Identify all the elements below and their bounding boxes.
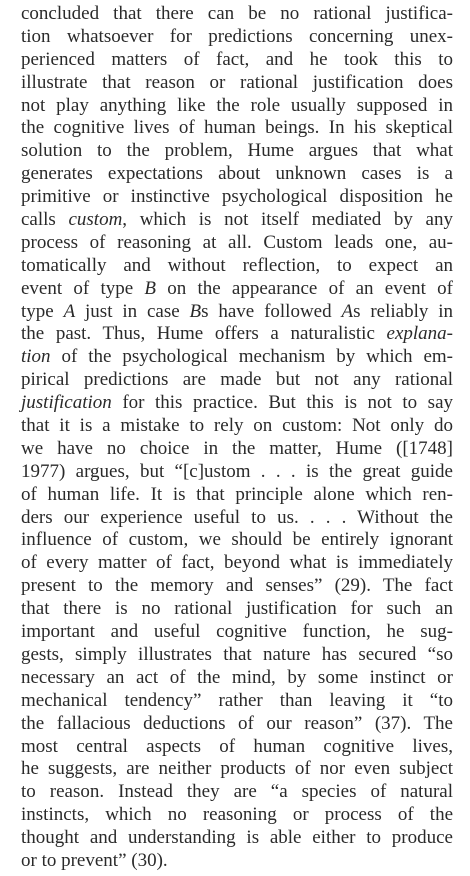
document-body-paragraph: concluded that there can be no rational …	[21, 3, 453, 873]
text-line: event of type B on the appearance of an …	[21, 278, 453, 301]
text-line: important and useful cognitive function,…	[21, 621, 453, 644]
text-line: perienced matters of fact, and he took t…	[21, 49, 453, 72]
text-line: of human life. It is that principle alon…	[21, 484, 453, 507]
text-segment: or to prevent” (30).	[21, 849, 168, 871]
text-segment: of human life. It is that principle alon…	[21, 483, 453, 505]
italic-text: A	[63, 300, 76, 322]
text-segment: tomatically and without reflection, to e…	[21, 254, 453, 276]
text-line: mechanical tendency” rather than leaving…	[21, 690, 453, 713]
text-line: process of reasoning at all. Custom lead…	[21, 232, 453, 255]
text-segment: instincts, which no reasoning or process…	[21, 804, 453, 826]
text-line: gests, simply illustrates that nature ha…	[21, 644, 453, 667]
text-line: the cognitive lives of human beings. In …	[21, 117, 453, 140]
text-line: tion of the psychological mechanism by w…	[21, 346, 453, 369]
text-segment: of every matter of fact, beyond what is …	[21, 552, 453, 574]
text-line: generates expectations about unknown cas…	[21, 163, 453, 186]
text-line: primitive or instinctive psychological d…	[21, 186, 453, 209]
text-line: solution to the problem, Hume argues tha…	[21, 140, 453, 163]
italic-text: B	[189, 300, 202, 322]
text-segment: generates expectations about unknown cas…	[21, 163, 453, 185]
text-line: ders our experience useful to us. . . . …	[21, 507, 453, 530]
italic-text: justification	[21, 392, 112, 414]
text-line: tion whatsoever for predictions concerni…	[21, 26, 453, 49]
italic-text: explana-	[386, 323, 453, 345]
text-segment: illustrate that reason or rational justi…	[21, 71, 453, 93]
text-segment: just in case	[75, 300, 190, 322]
text-segment: calls	[21, 209, 69, 231]
text-line: to reason. Instead they are “a species o…	[21, 781, 453, 804]
text-line: the fallacious deductions of our reason”…	[21, 713, 453, 736]
italic-text: A	[341, 300, 354, 322]
text-segment: the cognitive lives of human beings. In …	[21, 117, 453, 139]
text-line: tomatically and without reflection, to e…	[21, 255, 453, 278]
text-line: concluded that there can be no rational …	[21, 3, 453, 26]
text-segment: not play anything like the role usually …	[21, 94, 453, 116]
text-segment: perienced matters of fact, and he took t…	[21, 48, 453, 70]
text-segment: primitive or instinctive psychological d…	[21, 186, 453, 208]
text-segment: type	[21, 300, 64, 322]
text-segment: ders our experience useful to us. . . . …	[21, 506, 453, 528]
italic-text: custom	[68, 209, 123, 231]
text-segment: gests, simply illustrates that nature ha…	[21, 643, 453, 665]
text-segment: thought and understanding is able either…	[21, 827, 453, 849]
text-line: necessary an act of the mind, by some in…	[21, 667, 453, 690]
text-line: illustrate that reason or rational justi…	[21, 72, 453, 95]
text-segment: on the appearance of an event of	[156, 277, 453, 299]
text-line: the past. Thus, Hume offers a naturalist…	[21, 323, 453, 346]
text-segment: to reason. Instead they are “a species o…	[21, 781, 453, 803]
text-segment: for this practice. But this is not to sa…	[111, 392, 453, 414]
text-segment: we have no choice in the matter, Hume ([…	[21, 437, 453, 459]
text-segment: 1977) argues, but “[c]ustom . . . is the…	[21, 460, 453, 482]
text-line: thought and understanding is able either…	[21, 827, 453, 850]
text-segment: tion whatsoever for predictions concerni…	[21, 25, 453, 47]
text-segment: s have followed	[201, 300, 342, 322]
text-segment: event of type	[21, 277, 145, 299]
text-line: influence of custom, we should be entire…	[21, 529, 453, 552]
text-segment: , which is not itself mediated by any	[122, 209, 453, 231]
italic-text: tion	[21, 346, 51, 368]
text-segment: the fallacious deductions of our reason”…	[21, 712, 453, 734]
text-segment: he suggests, are neither products of nor…	[21, 758, 453, 780]
text-line: 1977) argues, but “[c]ustom . . . is the…	[21, 461, 453, 484]
text-line: present to the memory and senses” (29). …	[21, 575, 453, 598]
text-line: not play anything like the role usually …	[21, 95, 453, 118]
text-line: he suggests, are neither products of nor…	[21, 758, 453, 781]
text-line: that it is a mistake to rely on custom: …	[21, 415, 453, 438]
text-segment: necessary an act of the mind, by some in…	[21, 666, 453, 688]
text-line: of every matter of fact, beyond what is …	[21, 552, 453, 575]
text-segment: s reliably in	[353, 300, 453, 322]
text-segment: that there is no rational justification …	[21, 598, 453, 620]
text-segment: the past. Thus, Hume offers a naturalist…	[21, 323, 387, 345]
text-segment: of the psychological mechanism by which …	[50, 346, 453, 368]
text-segment: that it is a mistake to rely on custom: …	[21, 415, 453, 437]
italic-text: B	[144, 277, 156, 299]
text-segment: present to the memory and senses” (29). …	[21, 575, 453, 597]
text-line: justification for this practice. But thi…	[21, 392, 453, 415]
text-segment: concluded that there can be no rational …	[21, 3, 453, 24]
text-line: most central aspects of human cognitive …	[21, 736, 453, 759]
text-line: we have no choice in the matter, Hume ([…	[21, 438, 453, 461]
text-line: type A just in case Bs have followed As …	[21, 301, 453, 324]
text-segment: most central aspects of human cognitive …	[21, 735, 453, 757]
text-line: instincts, which no reasoning or process…	[21, 804, 453, 827]
text-segment: influence of custom, we should be entire…	[21, 529, 453, 551]
text-segment: mechanical tendency” rather than leaving…	[21, 689, 453, 711]
text-segment: solution to the problem, Hume argues tha…	[21, 140, 453, 162]
text-segment: pirical predictions are made but not any…	[21, 369, 453, 391]
text-line: that there is no rational justification …	[21, 598, 453, 621]
text-line: pirical predictions are made but not any…	[21, 369, 453, 392]
text-segment: process of reasoning at all. Custom lead…	[21, 231, 453, 253]
text-line: or to prevent” (30).	[21, 850, 453, 873]
text-line: calls custom, which is not itself mediat…	[21, 209, 453, 232]
text-segment: important and useful cognitive function,…	[21, 621, 453, 643]
